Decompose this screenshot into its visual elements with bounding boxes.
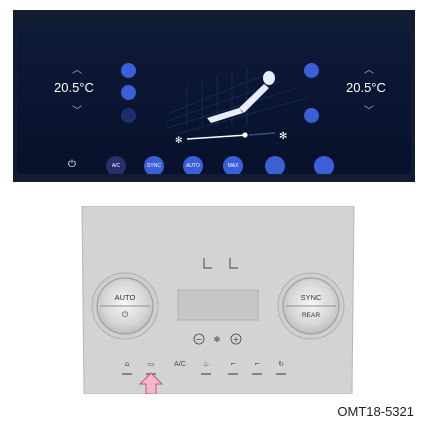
grid-glow xyxy=(166,68,308,135)
minus-label: − xyxy=(196,335,203,344)
max-defrost-button[interactable]: MAX xyxy=(223,156,243,174)
seat-heat-right-icon[interactable]: ⌐ xyxy=(254,360,260,368)
physical-control-panel: AUTO ⏻ SYNC REAR − + ✻ ⌂ ▭ A/C ♨ ⌐ ⌐ ↻ xyxy=(81,206,355,394)
seat-heat-left-button[interactable] xyxy=(121,63,136,78)
recirculation-icon[interactable]: ↻ xyxy=(278,360,284,368)
figure-caption: OMT18-5321 xyxy=(337,404,414,419)
fan-level-handle xyxy=(242,132,248,138)
fan-low-icon: ✻ xyxy=(175,136,183,146)
screen-frame: ✻ ✻ ︿ 20.5°C ﹀ ︿ 20.5°C ﹀ ⏻ A/C SYNC AUT… xyxy=(13,10,415,182)
ac-button[interactable]: A/C xyxy=(106,156,126,174)
seat-massage-left-button[interactable] xyxy=(121,108,136,123)
seat-heat-right-button[interactable] xyxy=(304,63,319,78)
front-defrost-icon[interactable]: ▭ xyxy=(148,360,155,368)
plus-label: + xyxy=(233,335,240,344)
right-knob-top-label: SYNC xyxy=(301,293,322,302)
auto-button[interactable]: AUTO xyxy=(183,156,203,174)
panel-display-window xyxy=(177,289,259,321)
fan-icon: ✻ xyxy=(214,335,221,344)
recirculation-button[interactable] xyxy=(314,156,334,174)
sync-button[interactable]: SYNC xyxy=(144,156,164,174)
temp-right-up-icon[interactable]: ︿ xyxy=(364,61,374,76)
left-knob[interactable]: AUTO ⏻ xyxy=(91,272,159,340)
temp-left-down-icon[interactable]: ﹀ xyxy=(72,102,82,117)
left-knob-power-icon: ⏻ xyxy=(122,310,129,319)
climate-display: ✻ ✻ ︿ 20.5°C ﹀ ︿ 20.5°C ﹀ ⏻ A/C SYNC AUT… xyxy=(17,26,411,174)
power-icon[interactable]: ⏻ xyxy=(68,159,76,170)
rear-defrost-icon[interactable]: ⌂ xyxy=(125,360,129,368)
front-defrost-button[interactable] xyxy=(265,156,285,174)
fan-high-icon: ✻ xyxy=(279,131,287,142)
temp-right-down-icon[interactable]: ﹀ xyxy=(364,102,374,117)
seat-vent-right-button[interactable] xyxy=(304,108,319,123)
seat-vent-left-button[interactable] xyxy=(121,85,136,100)
seat-heat-icon[interactable]: ⌐ xyxy=(230,360,236,368)
left-knob-top-label: AUTO xyxy=(115,293,136,302)
ac-button-label[interactable]: A/C xyxy=(174,361,186,368)
right-knob-bottom-label: REAR xyxy=(302,312,320,319)
display-graphics: ✻ ✻ xyxy=(166,68,308,146)
fan-bar xyxy=(186,132,276,140)
temp-left-up-icon[interactable]: ︿ xyxy=(72,61,82,76)
seat-vent-icon[interactable]: ♨ xyxy=(203,360,209,368)
temp-right: 20.5°C xyxy=(346,80,386,95)
temp-left: 20.5°C xyxy=(54,80,94,95)
right-knob[interactable]: SYNC REAR xyxy=(277,272,345,340)
